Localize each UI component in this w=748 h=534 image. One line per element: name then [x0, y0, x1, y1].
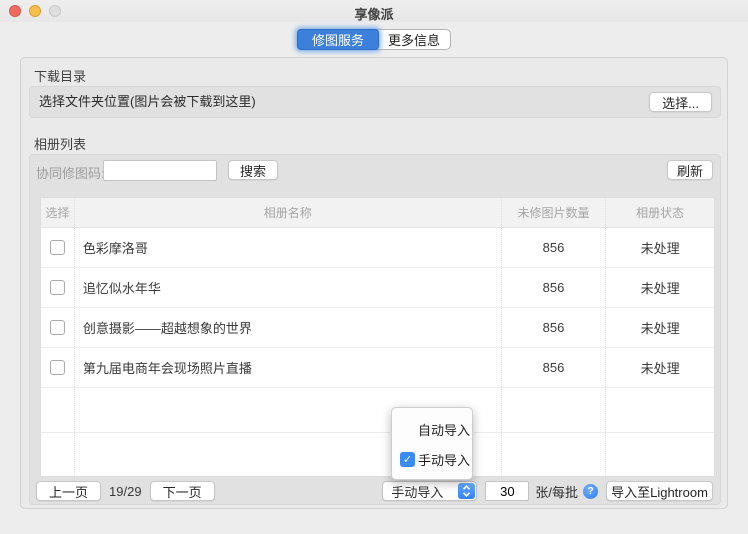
header-unedited-count: 未修图片数量: [502, 198, 607, 227]
menu-item-auto-import[interactable]: 自动导入: [392, 414, 472, 444]
import-mode-value: 手动导入: [391, 482, 443, 501]
unedited-count: 856: [502, 228, 607, 267]
album-status: 未处理: [606, 268, 714, 307]
album-status: 未处理: [606, 308, 714, 347]
unedited-count: 856: [502, 268, 607, 307]
header-album-status: 相册状态: [606, 198, 714, 227]
album-name: 追忆似水年华: [75, 268, 502, 307]
batch-size-input[interactable]: [485, 481, 529, 501]
next-page-button[interactable]: 下一页: [150, 481, 215, 501]
app-window: { "window_title": "享像派", "tabs": { "serv…: [0, 0, 748, 534]
page-indicator: 19/29: [109, 484, 142, 499]
search-button[interactable]: 搜索: [228, 160, 278, 180]
menu-item-manual-import[interactable]: ✓ 手动导入: [392, 444, 472, 474]
row-checkbox[interactable]: [50, 280, 65, 295]
checkmark-icon: ✓: [400, 452, 415, 467]
collab-code-input[interactable]: [103, 160, 217, 181]
table-row: 创意摄影——超越想象的世界 856 未处理: [41, 308, 714, 348]
table-row-empty: [41, 388, 714, 433]
bottom-toolbar: 上一页 19/29 下一页 手动导入 张/每批 ? 导入至Lightroom: [36, 481, 713, 501]
folder-location-hint: 选择文件夹位置(图片会被下载到这里): [39, 87, 256, 117]
table-row-empty: [41, 433, 714, 477]
refresh-button[interactable]: 刷新: [667, 160, 713, 180]
import-mode-menu: 自动导入 ✓ 手动导入: [391, 407, 473, 480]
import-mode-select[interactable]: 手动导入: [382, 481, 477, 501]
album-status: 未处理: [606, 348, 714, 387]
album-status: 未处理: [606, 228, 714, 267]
unedited-count: 856: [502, 348, 607, 387]
menu-item-label: 自动导入: [418, 420, 470, 439]
main-groupbox: 下载目录 选择文件夹位置(图片会被下载到这里) 选择... 相册列表 协同修图码…: [20, 57, 728, 509]
import-controls: 手动导入 张/每批 ? 导入至Lightroom: [382, 481, 713, 501]
album-name: 第九届电商年会现场照片直播: [75, 348, 502, 387]
select-stepper-icon: [458, 483, 475, 499]
album-section-title: 相册列表: [34, 134, 86, 153]
album-list-panel: 协同修图码: 搜索 刷新 选择 相册名称 未修图片数量 相册状态 色彩摩洛哥 8…: [29, 154, 721, 505]
row-checkbox[interactable]: [50, 360, 65, 375]
download-section-title: 下载目录: [34, 66, 86, 85]
table-row: 第九届电商年会现场照片直播 856 未处理: [41, 348, 714, 388]
window-title: 享像派: [0, 4, 748, 23]
header-select: 选择: [41, 198, 75, 227]
titlebar: 享像派: [0, 0, 748, 22]
album-name: 创意摄影——超越想象的世界: [75, 308, 502, 347]
unedited-count: 856: [502, 308, 607, 347]
table-row: 追忆似水年华 856 未处理: [41, 268, 714, 308]
album-name: 色彩摩洛哥: [75, 228, 502, 267]
menu-item-label: 手动导入: [418, 450, 470, 469]
tab-bar: 修图服务 更多信息: [297, 29, 451, 50]
row-checkbox[interactable]: [50, 240, 65, 255]
batch-unit-label: 张/每批: [535, 482, 578, 501]
prev-page-button[interactable]: 上一页: [36, 481, 101, 501]
row-checkbox[interactable]: [50, 320, 65, 335]
choose-folder-button[interactable]: 选择...: [649, 92, 712, 112]
table-row: 色彩摩洛哥 856 未处理: [41, 228, 714, 268]
download-directory-panel: 选择文件夹位置(图片会被下载到这里) 选择...: [29, 86, 721, 118]
import-to-lightroom-button[interactable]: 导入至Lightroom: [606, 481, 713, 501]
help-icon[interactable]: ?: [583, 484, 598, 499]
tab-photo-editing-service[interactable]: 修图服务: [297, 29, 379, 50]
album-table: 选择 相册名称 未修图片数量 相册状态 色彩摩洛哥 856 未处理 追忆似水年华…: [40, 197, 715, 477]
collab-code-label: 协同修图码:: [36, 163, 105, 182]
table-header-row: 选择 相册名称 未修图片数量 相册状态: [41, 198, 714, 228]
header-album-name: 相册名称: [75, 198, 502, 227]
tab-more-info[interactable]: 更多信息: [378, 30, 450, 49]
